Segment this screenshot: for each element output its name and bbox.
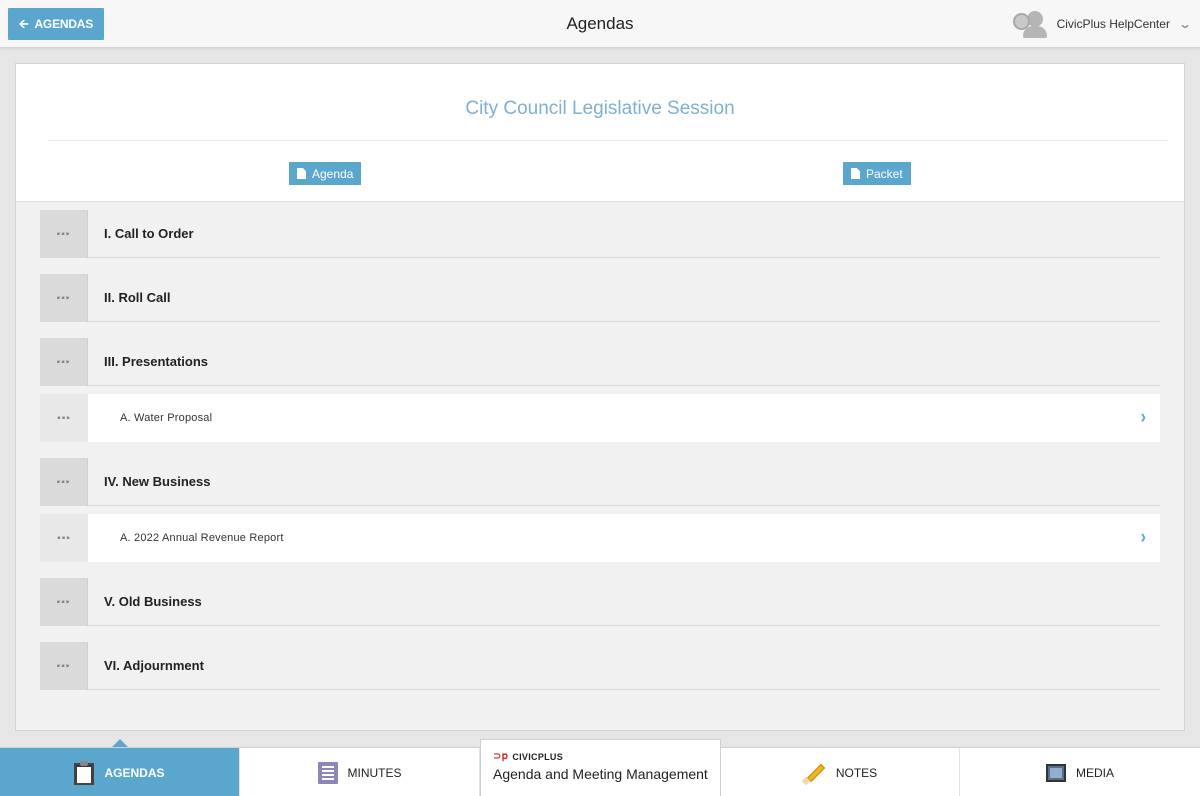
agenda-subitem-label: A. Water Proposal xyxy=(120,412,213,424)
agenda-item-label: V. Old Business xyxy=(104,594,202,609)
agenda-item-label: II. Roll Call xyxy=(104,290,171,305)
drag-handle-icon[interactable]: ▪▪▪ xyxy=(40,274,88,322)
pencil-icon xyxy=(801,761,826,785)
brand-panel: ⊃𝗉 CIVICPLUS Agenda and Meeting Manageme… xyxy=(480,739,721,796)
tab-minutes-label: MINUTES xyxy=(347,765,402,780)
agenda-subitem[interactable]: ▪▪▪ A. Water Proposal › xyxy=(40,394,1160,442)
top-bar: 🡨 AGENDAS Agendas CivicPlus HelpCenter ⌄ xyxy=(0,0,1200,48)
drag-handle-icon[interactable]: ▪▪▪ xyxy=(40,578,88,626)
civicplus-logo-icon: ⊃𝗉 xyxy=(493,751,509,762)
agenda-subitem[interactable]: ▪▪▪ A. 2022 Annual Revenue Report › xyxy=(40,514,1160,562)
civicplus-logo: ⊃𝗉 CIVICPLUS xyxy=(493,751,563,762)
product-name: Agenda and Meeting Management xyxy=(493,766,708,782)
clipboard-icon xyxy=(74,760,95,785)
chevron-right-icon[interactable]: › xyxy=(1141,389,1146,447)
tab-minutes[interactable]: MINUTES xyxy=(240,748,480,796)
drag-handle-icon[interactable]: ▪▪▪ xyxy=(40,210,88,258)
divider xyxy=(48,140,1168,141)
agenda-item-label: VI. Adjournment xyxy=(104,658,204,673)
tab-agendas-label: AGENDAS xyxy=(104,765,165,780)
drag-handle-icon[interactable]: ▪▪▪ xyxy=(40,514,88,562)
file-icon xyxy=(297,168,306,179)
agenda-document-button[interactable]: Agenda xyxy=(289,162,362,185)
monitor-icon xyxy=(1045,763,1066,782)
agenda-item[interactable]: ▪▪▪ VI. Adjournment xyxy=(40,642,1160,690)
agenda-item[interactable]: ▪▪▪ III. Presentations xyxy=(40,338,1160,386)
agenda-item[interactable]: ▪▪▪ V. Old Business xyxy=(40,578,1160,626)
drag-handle-icon[interactable]: ▪▪▪ xyxy=(40,338,88,386)
agenda-item[interactable]: ▪▪▪ II. Roll Call xyxy=(40,274,1160,322)
drag-handle-icon[interactable]: ▪▪▪ xyxy=(40,394,88,442)
active-tab-caret xyxy=(112,739,128,747)
drag-handle-icon[interactable]: ▪▪▪ xyxy=(40,458,88,506)
agenda-button-label: Agenda xyxy=(312,166,354,181)
tab-media[interactable]: MEDIA xyxy=(960,748,1200,796)
drag-handle-icon[interactable]: ▪▪▪ xyxy=(40,642,88,690)
tab-agendas[interactable]: AGENDAS xyxy=(0,748,240,796)
agenda-item-label: IV. New Business xyxy=(104,474,211,489)
chevron-down-icon: ⌄ xyxy=(1177,17,1193,31)
tab-notes[interactable]: NOTES xyxy=(720,748,960,796)
agenda-item[interactable]: ▪▪▪ I. Call to Order xyxy=(40,210,1160,258)
user-avatar-icon xyxy=(1011,9,1047,39)
document-icon xyxy=(317,761,338,784)
user-menu[interactable]: CivicPlus HelpCenter ⌄ xyxy=(1011,0,1193,48)
tab-media-label: MEDIA xyxy=(1075,765,1114,780)
packet-button-label: Packet xyxy=(866,166,903,181)
meeting-title: City Council Legislative Session xyxy=(465,98,735,119)
agenda-item-label: I. Call to Order xyxy=(104,226,194,241)
agenda-card: City Council Legislative Session Agenda … xyxy=(15,63,1185,731)
chevron-right-icon[interactable]: › xyxy=(1141,509,1146,567)
agenda-item-label: III. Presentations xyxy=(104,354,209,369)
tab-notes-label: NOTES xyxy=(835,765,878,780)
agenda-subitem-label: A. 2022 Annual Revenue Report xyxy=(120,532,284,544)
user-name: CivicPlus HelpCenter xyxy=(1056,17,1170,31)
brand-logo-text: CIVICPLUS xyxy=(512,751,564,762)
packet-document-button[interactable]: Packet xyxy=(843,162,911,185)
agenda-item[interactable]: ▪▪▪ IV. New Business xyxy=(40,458,1160,506)
meeting-header: City Council Legislative Session Agenda … xyxy=(16,64,1184,202)
file-icon xyxy=(851,168,860,179)
